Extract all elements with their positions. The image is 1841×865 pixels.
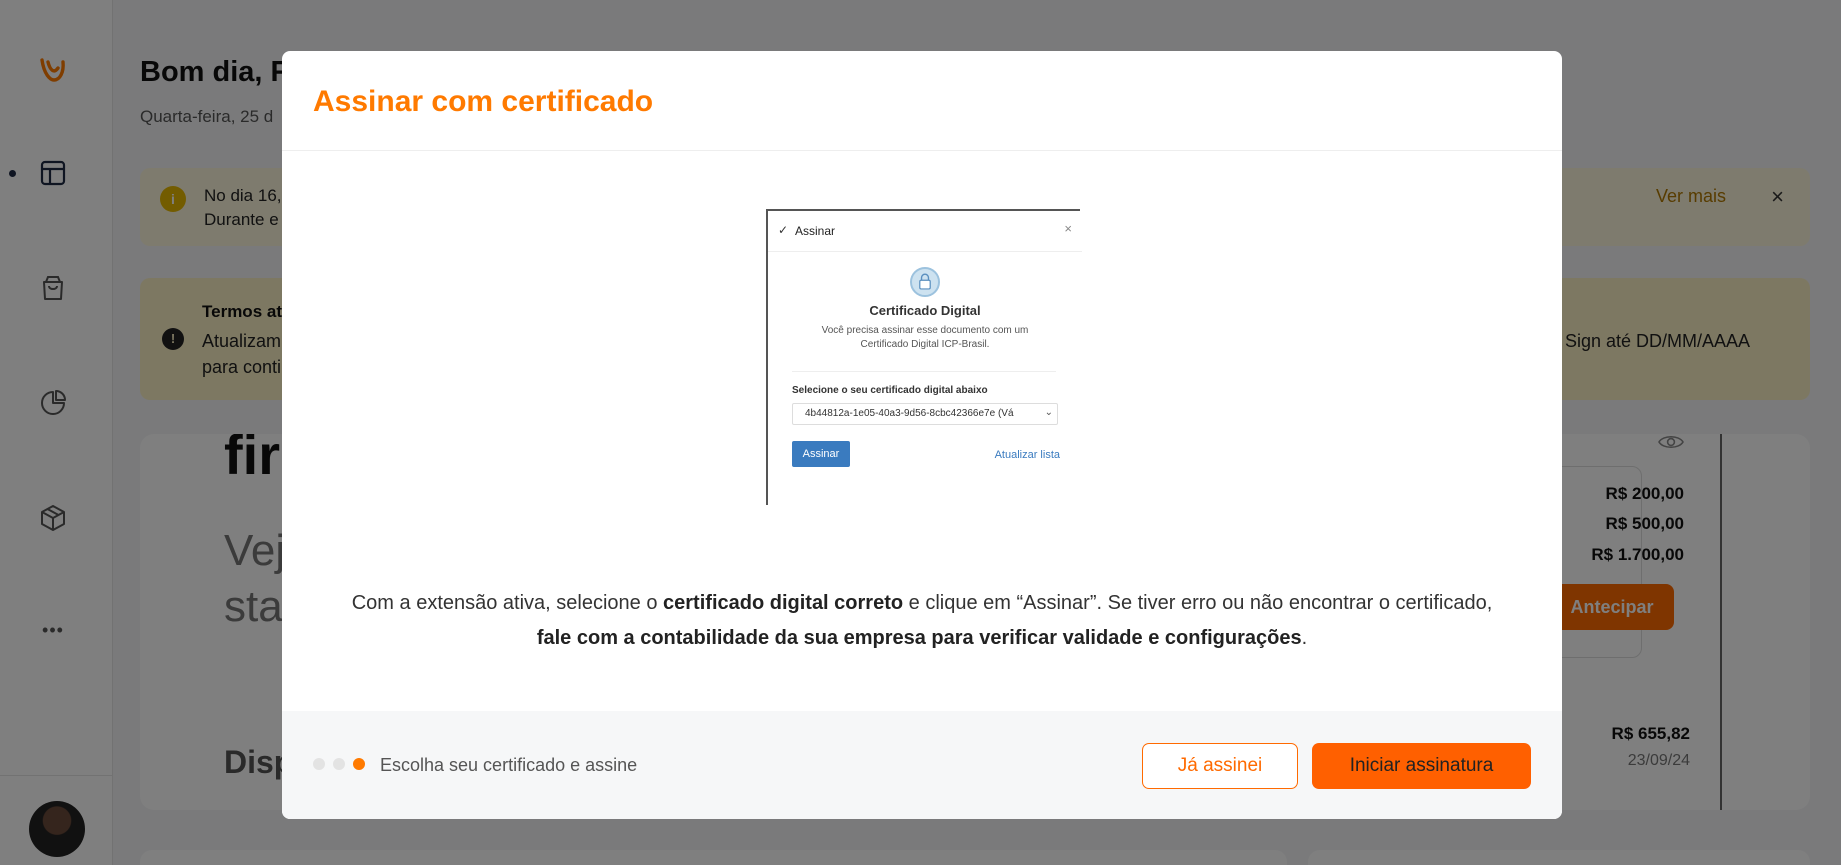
modal-body: ✓ Assinar × Certificado Digital Você pre…	[282, 151, 1562, 711]
instruction-part-3: .	[1301, 627, 1308, 649]
instruction-part-1: Com a extensão ativa, selecione o	[351, 592, 664, 614]
instruction-text: Com a extensão ativa, selecione o certif…	[322, 586, 1522, 656]
screenshot-sign-button: Assinar	[792, 441, 850, 467]
chevron-down-icon: ⌄	[1044, 407, 1053, 418]
screenshot-header: Assinar	[795, 224, 836, 238]
screenshot-refresh-link: Atualizar lista	[994, 449, 1060, 461]
start-signature-button[interactable]: Iniciar assinatura	[1312, 743, 1531, 789]
step-label: Escolha seu certificado e assine	[380, 755, 638, 775]
modal-header: Assinar com certificado	[282, 51, 1562, 151]
screenshot-select-label: Selecione o seu certificado digital abai…	[792, 385, 988, 396]
already-signed-button[interactable]: Já assinei	[1142, 743, 1298, 789]
screenshot-text-2: Certificado Digital ICP-Brasil.	[860, 339, 990, 350]
screenshot-divider	[768, 251, 1082, 252]
step-dot-1	[313, 758, 325, 770]
screenshot-select: 4b44812a-1e05-40a3-9d56-8cbc42366e7e (Vá…	[792, 403, 1058, 425]
instruction-bold-1: certificado digital correto	[663, 592, 904, 614]
modal-footer: Escolha seu certificado e assine Já assi…	[282, 711, 1562, 819]
screenshot-close-icon: ×	[1064, 221, 1072, 236]
modal-title: Assinar com certificado	[313, 85, 654, 118]
instruction-part-2: e clique em “Assinar”. Se tiver erro ou …	[903, 592, 1493, 614]
instruction-bold-2: fale com a contabilidade da sua empresa …	[536, 627, 1302, 649]
step-dot-3	[353, 758, 365, 770]
screenshot-select-value: 4b44812a-1e05-40a3-9d56-8cbc42366e7e (Vá	[805, 408, 1014, 419]
screenshot-heading: Certificado Digital	[869, 303, 981, 318]
check-icon: ✓	[778, 223, 789, 237]
screenshot-text-1: Você precisa assinar esse documento com …	[821, 325, 1029, 336]
screenshot-divider-2	[792, 371, 1056, 372]
step-dot-2	[333, 758, 345, 770]
instruction-screenshot: ✓ Assinar × Certificado Digital Você pre…	[766, 209, 1082, 505]
sign-certificate-modal: Assinar com certificado ✓ Assinar × Cert…	[282, 51, 1562, 819]
lock-icon	[910, 267, 940, 297]
